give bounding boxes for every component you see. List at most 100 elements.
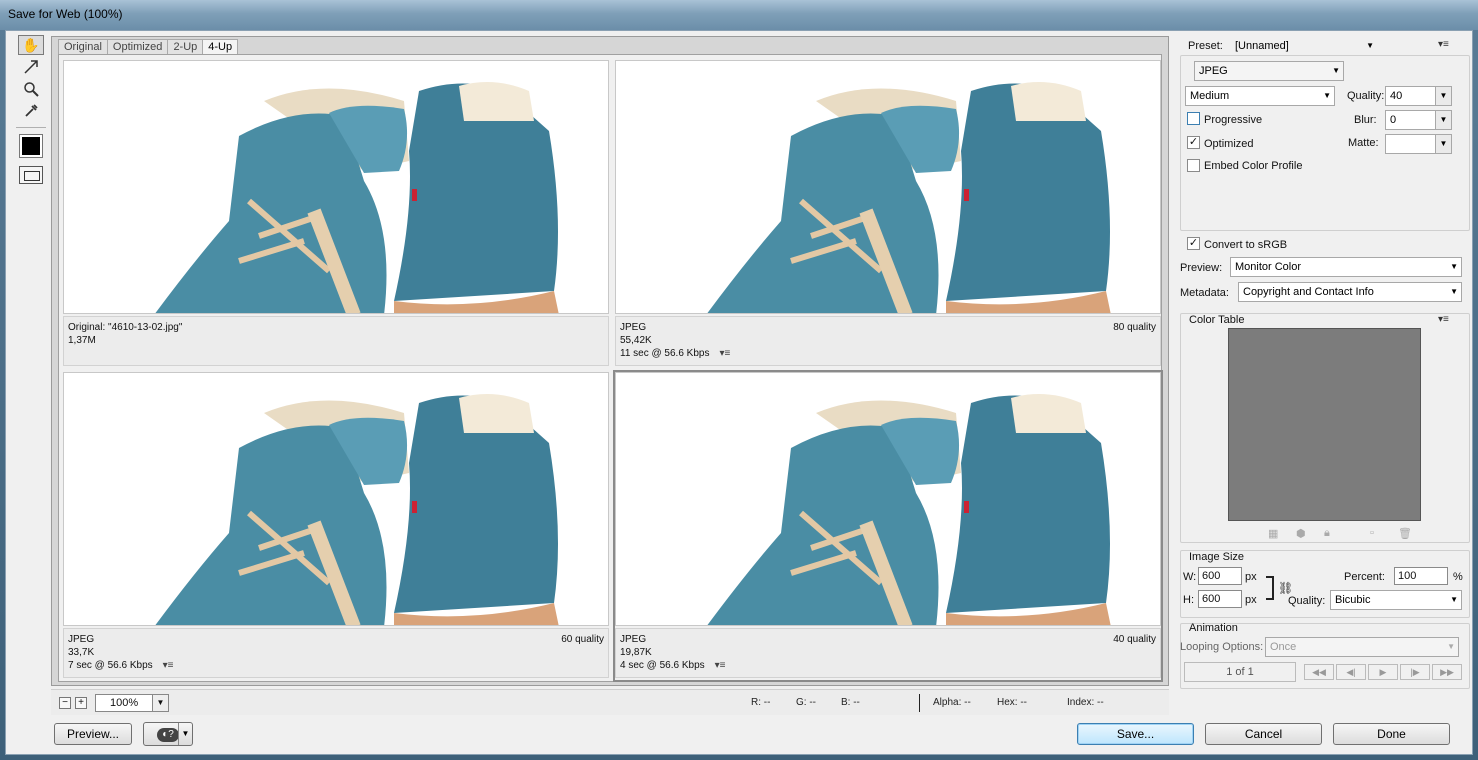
- preview-color-value: Monitor Color: [1235, 261, 1302, 273]
- readout-g: G: --: [796, 697, 816, 708]
- constrain-proportions-icon[interactable]: ⛓: [1278, 581, 1293, 595]
- pane-info: JPEG 19,87K 4 sec @ 56.6 Kbps ▾≡ 40 quali…: [615, 628, 1161, 678]
- convert-srgb-label: Convert to sRGB: [1204, 239, 1288, 251]
- percent-label: Percent:: [1344, 571, 1385, 583]
- looping-options-select[interactable]: Once ▼: [1265, 637, 1459, 657]
- chevron-down-icon[interactable]: ▼: [1435, 87, 1451, 105]
- device-central-button[interactable]: ◐? ▼: [143, 722, 193, 746]
- metadata-select[interactable]: Copyright and Contact Info ▼: [1238, 282, 1462, 302]
- map-transparent-icon[interactable]: ▦: [1268, 527, 1278, 540]
- tab-optimized[interactable]: Optimized: [106, 39, 169, 54]
- four-up-panes: Original: "4610-13-02.jpg" 1,37M JPEG 55…: [58, 54, 1163, 682]
- looping-options-label: Looping Options:: [1180, 641, 1264, 653]
- compression-quality-value: Medium: [1190, 90, 1230, 102]
- lock-icon[interactable]: 🔒︎: [1324, 527, 1330, 540]
- slice-select-tool-icon[interactable]: [18, 57, 44, 77]
- zoom-level-select[interactable]: 100% ▼: [95, 694, 169, 712]
- height-unit: px: [1245, 594, 1257, 606]
- tab-4-up[interactable]: 4-Up: [202, 39, 239, 54]
- device-central-icon: ◐?: [157, 728, 179, 742]
- resample-quality-select[interactable]: Bicubic ▼: [1330, 590, 1462, 610]
- chevron-down-icon: ▼: [1450, 287, 1458, 296]
- boots-image[interactable]: [63, 60, 609, 314]
- pane-file-size: 19,87K: [620, 647, 652, 658]
- pane-quality: 40 quality: [1113, 634, 1156, 645]
- web-shift-icon[interactable]: ⬢: [1296, 527, 1306, 540]
- preview-color-select[interactable]: Monitor Color ▼: [1230, 257, 1462, 277]
- new-color-icon[interactable]: ▫: [1370, 527, 1374, 539]
- preview-pane-60[interactable]: JPEG 33,7K 7 sec @ 56.6 Kbps ▾≡ 60 qualit…: [63, 372, 609, 680]
- color-table[interactable]: [1228, 328, 1421, 521]
- resample-quality-label: Quality:: [1288, 595, 1326, 607]
- pane-menu-icon[interactable]: ▾≡: [163, 660, 174, 671]
- tab-2-up[interactable]: 2-Up: [167, 39, 204, 54]
- readout-alpha: Alpha: --: [933, 697, 971, 708]
- tab-original[interactable]: Original: [58, 39, 108, 54]
- height-input[interactable]: 600: [1198, 590, 1242, 608]
- convert-srgb-checkbox[interactable]: ✓: [1187, 237, 1200, 250]
- eyedropper-tool-icon[interactable]: [18, 101, 44, 121]
- zoom-out-button[interactable]: −: [59, 697, 71, 709]
- blur-label: Blur:: [1354, 114, 1377, 126]
- color-table-menu-icon[interactable]: ▾≡: [1438, 314, 1449, 325]
- progressive-checkbox[interactable]: [1187, 112, 1200, 125]
- pane-quality: 60 quality: [561, 634, 604, 645]
- blur-value: 0: [1390, 114, 1397, 126]
- readout-hex: Hex: --: [997, 697, 1027, 708]
- boots-image[interactable]: [63, 372, 609, 626]
- eyedropper-color-swatch[interactable]: [19, 134, 43, 158]
- next-frame-icon[interactable]: |▶: [1400, 664, 1430, 680]
- first-frame-icon[interactable]: ◀◀: [1304, 664, 1334, 680]
- status-divider: [919, 694, 920, 712]
- pane-download-time: 4 sec @ 56.6 Kbps: [620, 660, 705, 671]
- embed-color-profile-checkbox[interactable]: [1187, 159, 1200, 172]
- blur-input[interactable]: 0 ▼: [1385, 110, 1452, 130]
- preview-pane-80[interactable]: JPEG 55,42K 11 sec @ 56.6 Kbps ▾≡ 80 qual…: [615, 60, 1161, 368]
- optimize-menu-icon[interactable]: ▾≡: [1438, 39, 1449, 50]
- chevron-down-icon: ▼: [1450, 262, 1458, 271]
- pane-file-size: 33,7K: [68, 647, 95, 658]
- play-icon[interactable]: ▶: [1368, 664, 1398, 680]
- chevron-down-icon[interactable]: ▼: [178, 723, 192, 745]
- chevron-down-icon[interactable]: ▼: [152, 695, 168, 711]
- zoom-in-button[interactable]: +: [75, 697, 87, 709]
- boots-image[interactable]: [615, 60, 1161, 314]
- embed-color-profile-label: Embed Color Profile: [1204, 160, 1303, 172]
- pane-download-time: 7 sec @ 56.6 Kbps: [68, 660, 153, 671]
- hand-tool-icon[interactable]: ✋: [18, 35, 44, 55]
- chevron-down-icon: ▼: [1447, 642, 1455, 651]
- percent-input[interactable]: 100: [1394, 567, 1448, 585]
- pane-file-size: 55,42K: [620, 335, 652, 346]
- optimize-settings-panel: Preset: [Unnamed] ▼ ▾≡ JPEG ▼ Medium ▼ Q…: [1176, 31, 1474, 756]
- pane-download-time: 11 sec @ 56.6 Kbps: [620, 348, 710, 359]
- toggle-slices-visibility-icon[interactable]: [19, 166, 43, 184]
- image-size-title: Image Size: [1189, 551, 1245, 563]
- preview-button[interactable]: Preview...: [54, 723, 132, 745]
- previous-frame-icon[interactable]: ◀|: [1336, 664, 1366, 680]
- pane-menu-icon[interactable]: ▾≡: [719, 348, 730, 359]
- animation-title: Animation: [1189, 622, 1238, 634]
- boots-image[interactable]: [615, 372, 1161, 626]
- last-frame-icon[interactable]: ▶▶: [1432, 664, 1462, 680]
- height-label: H:: [1183, 594, 1194, 606]
- looping-options-value: Once: [1270, 641, 1297, 653]
- pane-menu-icon[interactable]: ▾≡: [715, 660, 726, 671]
- chevron-down-icon[interactable]: ▼: [1435, 135, 1451, 153]
- progressive-label: Progressive: [1204, 114, 1263, 126]
- compression-quality-select[interactable]: Medium ▼: [1185, 86, 1335, 106]
- preset-select[interactable]: [Unnamed] ▼: [1230, 36, 1378, 56]
- percent-unit: %: [1453, 571, 1463, 583]
- matte-label: Matte:: [1348, 137, 1379, 149]
- zoom-tool-icon[interactable]: [18, 79, 44, 99]
- quality-input[interactable]: 40 ▼: [1385, 86, 1452, 106]
- trash-icon[interactable]: 🗑︎: [1398, 527, 1412, 540]
- chevron-down-icon[interactable]: ▼: [1435, 111, 1451, 129]
- preview-pane-40-selected[interactable]: JPEG 19,87K 4 sec @ 56.6 Kbps ▾≡ 40 quali…: [613, 370, 1163, 682]
- tool-separator: [16, 127, 46, 128]
- optimized-checkbox[interactable]: ✓: [1187, 136, 1200, 149]
- width-input[interactable]: 600: [1198, 567, 1242, 585]
- preview-pane-original[interactable]: Original: "4610-13-02.jpg" 1,37M: [63, 60, 609, 368]
- pane-format: Original: "4610-13-02.jpg": [68, 322, 183, 333]
- file-format-select[interactable]: JPEG ▼: [1194, 61, 1344, 81]
- matte-select[interactable]: ▼: [1385, 134, 1452, 154]
